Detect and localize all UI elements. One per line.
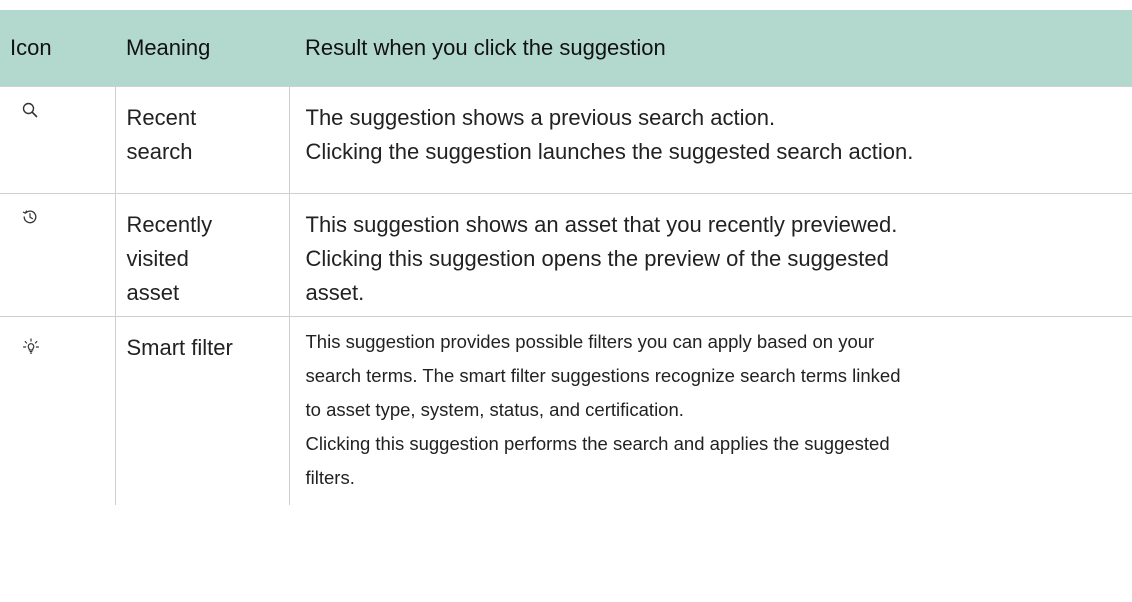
result-line: filters.	[305, 467, 355, 488]
header-result: Result when you click the suggestion	[305, 35, 666, 60]
icon-cell	[0, 316, 115, 505]
result-cell: This suggestion provides possible filter…	[288, 316, 1132, 505]
result-line: This suggestion shows an asset that you …	[305, 212, 898, 237]
header-meaning: Meaning	[126, 35, 211, 60]
table-row: Recent search The suggestion shows a pre…	[0, 86, 1132, 194]
lightbulb-icon	[21, 337, 115, 357]
result-line: This suggestion provides possible filter…	[305, 331, 875, 352]
result-cell: This suggestion shows an asset that you …	[288, 193, 1132, 317]
meaning-line: Recently	[126, 212, 213, 237]
result-line: Clicking this suggestion performs the se…	[305, 433, 890, 454]
table-row: Smart filter This suggestion provides po…	[0, 316, 1132, 505]
header-icon: Icon	[10, 35, 52, 60]
icon-cell	[0, 193, 115, 317]
result-cell: The suggestion shows a previous search a…	[288, 86, 1132, 194]
result-line: Clicking the suggestion launches the sug…	[305, 139, 914, 164]
meaning-cell: Recently visited asset	[114, 193, 289, 317]
table-header-row: Icon Meaning Result when you click the s…	[0, 10, 1132, 87]
suggestion-icons-table: Icon Meaning Result when you click the s…	[0, 10, 1132, 505]
result-line: Clicking this suggestion opens the previ…	[305, 246, 889, 271]
table-row: Recently visited asset This suggestion s…	[0, 193, 1132, 317]
meaning-line: Recent	[126, 105, 197, 130]
search-icon	[21, 101, 115, 119]
history-icon	[21, 208, 115, 226]
result-line: asset.	[305, 280, 365, 305]
result-line: The suggestion shows a previous search a…	[305, 105, 776, 130]
meaning-line: visited	[126, 246, 189, 271]
result-line: search terms. The smart filter suggestio…	[305, 365, 901, 386]
meaning-cell: Smart filter	[114, 316, 289, 505]
result-line: to asset type, system, status, and certi…	[305, 399, 684, 420]
meaning-cell: Recent search	[114, 86, 289, 194]
meaning-line: search	[126, 139, 193, 164]
meaning-line: asset	[126, 280, 180, 305]
icon-cell	[0, 86, 115, 194]
meaning-line: Smart filter	[126, 335, 233, 360]
